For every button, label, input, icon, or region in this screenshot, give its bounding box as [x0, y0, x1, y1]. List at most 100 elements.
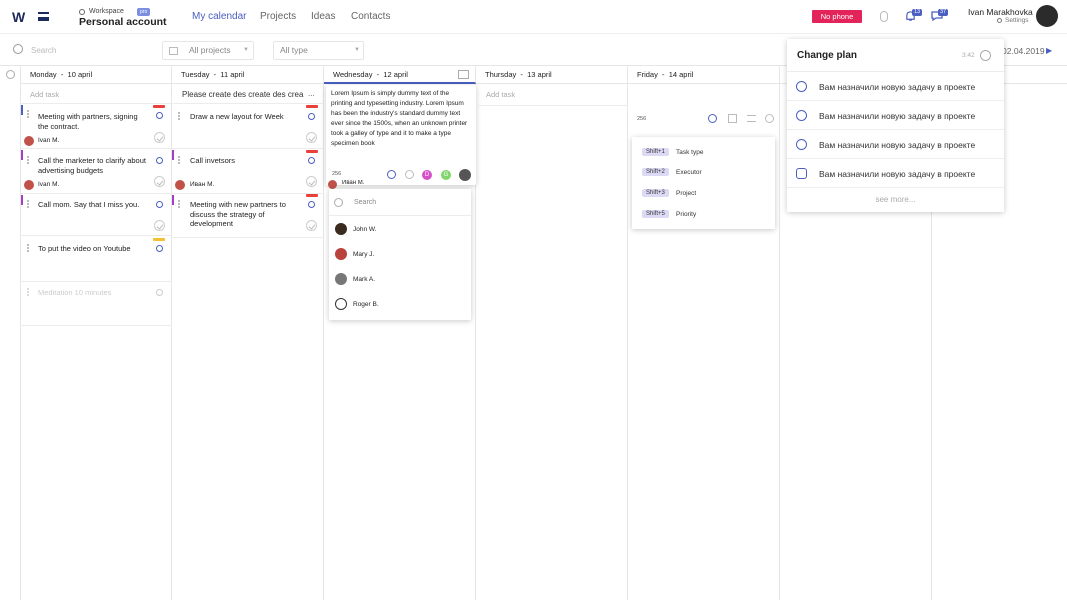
more-icon[interactable]: ... — [308, 89, 315, 98]
drag-handle-icon[interactable] — [27, 288, 29, 296]
drag-handle-icon[interactable] — [27, 244, 29, 252]
type-dropdown[interactable]: All type ▼ — [273, 41, 364, 60]
team-icon[interactable] — [387, 170, 396, 179]
notification-item[interactable]: Вам назначили новую задачу в проекте — [787, 101, 1004, 130]
layout-icon — [169, 47, 178, 55]
settings-link[interactable]: Settings — [1005, 17, 1029, 24]
add-task-button[interactable]: Add task — [486, 90, 515, 99]
list-icon[interactable] — [747, 115, 756, 122]
nav-contacts[interactable]: Contacts — [351, 11, 390, 22]
row-divider — [172, 103, 324, 104]
avatar — [335, 298, 347, 310]
team-icon[interactable] — [308, 113, 315, 120]
nav-my-calendar[interactable]: My calendar — [192, 11, 246, 22]
menu-icon[interactable] — [38, 12, 49, 21]
drag-handle-icon[interactable] — [27, 200, 29, 208]
next-arrow-icon[interactable]: ▶ — [1046, 46, 1052, 55]
avatar — [24, 136, 34, 146]
team-icon[interactable] — [156, 112, 163, 119]
shortcut-label[interactable]: Project — [676, 190, 696, 197]
avatar — [335, 273, 347, 285]
complete-checkbox[interactable] — [306, 132, 317, 143]
drag-handle-icon[interactable] — [178, 156, 180, 164]
shortcut-key: Shift+3 — [642, 189, 669, 197]
projects-dropdown[interactable]: All projects ▼ — [162, 41, 254, 60]
task-title[interactable]: Meeting with new partners to discuss the… — [190, 200, 302, 229]
shortcut-label[interactable]: Task type — [676, 149, 703, 156]
task-description[interactable]: Lorem Ipsum is simply dummy text of the … — [331, 89, 469, 149]
shortcut-key: Shift+1 — [642, 148, 669, 156]
add-icon[interactable] — [765, 114, 774, 123]
person-name[interactable]: Mary J. — [353, 251, 374, 258]
priority-marker — [172, 195, 174, 205]
add-task-button[interactable]: Add task — [30, 90, 59, 99]
day-header-monday: Monday - 10 april — [21, 66, 172, 84]
table-view-icon[interactable] — [458, 70, 469, 79]
task-title[interactable]: Meeting with partners, signing the contr… — [38, 112, 148, 131]
notification-item[interactable]: Вам назначили новую задачу в проекте — [787, 72, 1004, 101]
projects-dropdown-value: All projects — [189, 45, 231, 55]
team-icon[interactable] — [308, 157, 315, 164]
person-name[interactable]: John W. — [353, 226, 376, 233]
search-input[interactable]: Search — [31, 46, 56, 55]
priority-flag — [153, 105, 165, 108]
workspace-label: Workspace — [89, 8, 124, 15]
notification-text: Вам назначили новую задачу в проекте — [819, 111, 976, 121]
row-divider — [21, 325, 172, 326]
drag-handle-icon[interactable] — [178, 112, 180, 120]
task-title[interactable]: Meditation 10 minutes — [38, 288, 150, 298]
notifications-count: 13 — [912, 9, 923, 16]
tag-chip[interactable]: D — [422, 170, 432, 180]
messages-count: 37 — [938, 9, 949, 16]
team-icon[interactable] — [156, 157, 163, 164]
complete-checkbox[interactable] — [154, 176, 165, 187]
row-divider — [21, 235, 172, 236]
person-name[interactable]: Mark A. — [353, 276, 375, 283]
team-icon[interactable] — [708, 114, 717, 123]
shortcut-label[interactable]: Executor — [676, 169, 702, 176]
drag-handle-icon[interactable] — [27, 156, 29, 164]
notification-item[interactable]: Вам назначили новую задачу в проекте — [787, 159, 1004, 188]
task-title[interactable]: Draw a new layout for Week — [190, 112, 302, 122]
task-title[interactable]: Call invetsors — [190, 156, 302, 166]
row-divider — [329, 215, 471, 216]
drag-handle-icon[interactable] — [27, 110, 29, 118]
task-title[interactable]: Call the marketer to clarify about adver… — [38, 156, 150, 175]
team-icon[interactable] — [156, 201, 163, 208]
team-icon[interactable] — [156, 245, 163, 252]
shortcut-label[interactable]: Priority — [676, 211, 696, 218]
task-title[interactable]: To put the video on Youtube — [38, 244, 150, 254]
tag-chip[interactable]: G — [441, 170, 451, 180]
see-more-link[interactable]: see more... — [787, 195, 1004, 204]
new-task-input[interactable]: Please create des create des crea — [182, 90, 304, 99]
char-count: 256 — [637, 116, 647, 122]
priority-marker — [172, 150, 174, 160]
logo[interactable]: W — [12, 9, 25, 25]
user-name[interactable]: Ivan Marakhovka — [968, 7, 1033, 17]
microphone-icon[interactable] — [880, 11, 888, 22]
complete-checkbox[interactable] — [154, 132, 165, 143]
task-title[interactable]: Call mom. Say that I miss you. — [38, 200, 150, 210]
notification-item[interactable]: Вам назначили новую задачу в проекте — [787, 130, 1004, 159]
date-display[interactable]: 02.04.2019 — [1002, 46, 1045, 56]
user-avatar[interactable] — [1036, 5, 1058, 27]
complete-checkbox[interactable] — [306, 220, 317, 231]
workspace-name[interactable]: Personal account — [79, 16, 167, 28]
avatar[interactable] — [459, 169, 471, 181]
bulb-icon[interactable] — [6, 70, 15, 79]
team-icon[interactable] — [308, 201, 315, 208]
team-icon[interactable] — [156, 289, 163, 296]
no-phone-button[interactable]: No phone — [812, 10, 862, 23]
avatar — [24, 180, 34, 190]
add-icon[interactable] — [405, 170, 414, 179]
assignee-search-input[interactable]: Search — [354, 199, 376, 206]
history-icon[interactable] — [980, 50, 991, 61]
drag-handle-icon[interactable] — [178, 200, 180, 208]
complete-checkbox[interactable] — [306, 176, 317, 187]
nav-ideas[interactable]: Ideas — [311, 11, 335, 22]
nav-projects[interactable]: Projects — [260, 11, 296, 22]
complete-checkbox[interactable] — [154, 220, 165, 231]
person-name[interactable]: Roger B. — [353, 301, 379, 308]
layout-icon[interactable] — [728, 114, 737, 123]
priority-marker — [21, 105, 23, 115]
